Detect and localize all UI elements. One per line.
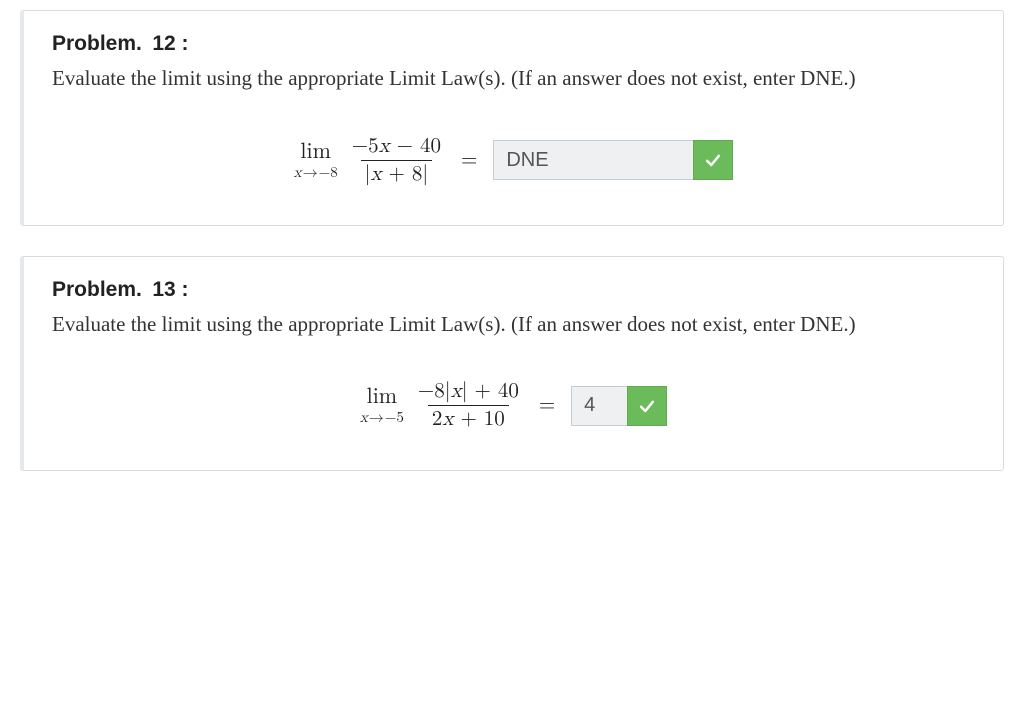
problem-header: Problem. 13 : (52, 277, 975, 302)
equation-row: lim x→−8 −5x − 40 |x + 8| = (52, 136, 975, 185)
lim-subscript: x→−5 (360, 410, 404, 425)
denominator: |x + 8| (361, 160, 433, 185)
problem-prompt: Evaluate the limit using the appropriate… (52, 62, 975, 96)
numerator: −8|x| + 40 (414, 381, 523, 405)
equation-row: lim x→−5 −8|x| + 40 2x + 10 = (52, 381, 975, 430)
equals-sign: = (533, 393, 561, 418)
numerator: −5x − 40 (348, 136, 445, 160)
lim-word: lim (367, 386, 398, 408)
lim-subscript: x→−8 (294, 165, 338, 180)
correct-badge (627, 386, 667, 426)
problem-number: 12 : (152, 32, 188, 55)
denominator: 2x + 10 (428, 405, 509, 430)
answer-input[interactable] (493, 140, 693, 180)
problem-label: Problem. (52, 32, 142, 55)
answer-group (493, 140, 733, 180)
answer-group (571, 386, 667, 426)
problem-number: 13 : (152, 278, 188, 301)
problem-header: Problem. 12 : (52, 31, 975, 56)
checkmark-icon (637, 396, 657, 416)
problem-label: Problem. (52, 278, 142, 301)
checkmark-icon (703, 150, 723, 170)
correct-badge (693, 140, 733, 180)
fraction: −8|x| + 40 2x + 10 (414, 381, 523, 430)
limit-operator: lim x→−8 (294, 141, 338, 180)
problem-card: Problem. 12 : Evaluate the limit using t… (20, 10, 1004, 226)
problem-prompt: Evaluate the limit using the appropriate… (52, 308, 975, 342)
limit-operator: lim x→−5 (360, 386, 404, 425)
problem-card: Problem. 13 : Evaluate the limit using t… (20, 256, 1004, 472)
equals-sign: = (455, 148, 483, 173)
fraction: −5x − 40 |x + 8| (348, 136, 445, 185)
answer-input[interactable] (571, 386, 627, 426)
lim-word: lim (300, 141, 331, 163)
